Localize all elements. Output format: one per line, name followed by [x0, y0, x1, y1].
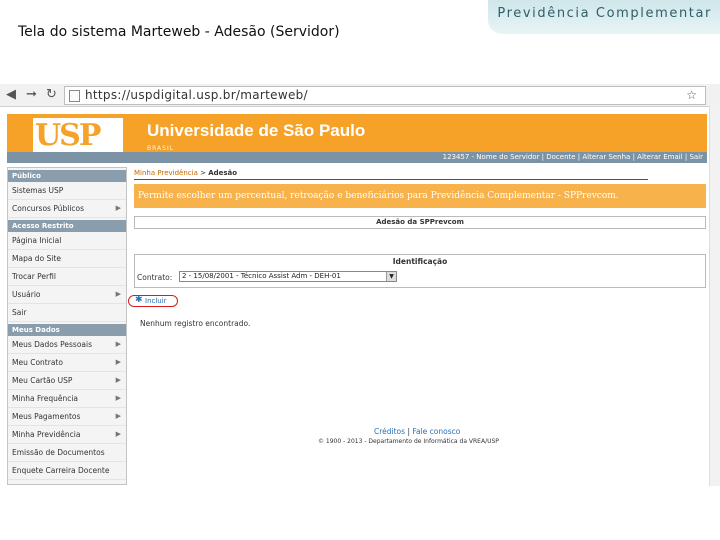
contract-select-value: 2 - 15/08/2001 - Técnico Assist Adm - DE…: [182, 272, 341, 280]
sidebar-item-label: Mapa do Site: [12, 254, 61, 263]
chevron-right-icon: ▶: [115, 340, 121, 348]
star-icon[interactable]: ☆: [686, 88, 697, 102]
copyright: © 1900 - 2013 - Departamento de Informát…: [318, 438, 499, 445]
sidebar-menu: Público Sistemas USP Concursos Públicos ▶ Ac…: [7, 167, 127, 485]
contract-select[interactable]: 2 - 15/08/2001 - Técnico Assist Adm - DE…: [179, 271, 397, 282]
sidebar-item-label: Concursos Públicos: [12, 204, 85, 213]
breadcrumb-current: Adesão: [208, 169, 238, 177]
sidebar-item[interactable]: Usuário ▶: [8, 286, 126, 304]
url-text: https://uspdigital.usp.br/marteweb/: [85, 88, 308, 102]
contract-label: Contrato:: [137, 273, 173, 282]
sidebar-item[interactable]: Meu Cartão USP ▶: [8, 372, 126, 390]
sidebar-item-label: Trocar Perfil: [12, 272, 56, 281]
sidebar-item[interactable]: Minha Previdência ▶: [8, 426, 126, 444]
identification-title: Identificação: [392, 257, 448, 266]
sidebar-item-label: Minha Frequência: [12, 394, 79, 403]
contact-link[interactable]: Fale conosco: [412, 427, 460, 436]
chevron-down-icon[interactable]: ▼: [386, 272, 396, 281]
section-title: Adesão da SPPrevcom: [134, 216, 706, 229]
usp-logo[interactable]: USP: [33, 118, 123, 154]
back-arrow-icon[interactable]: ◀: [6, 87, 16, 103]
sidebar-item[interactable]: Sistemas USP: [8, 182, 126, 200]
sidebar-heading: Acesso Restrito: [8, 220, 126, 232]
url-input[interactable]: https://uspdigital.usp.br/marteweb/ ☆: [64, 86, 706, 105]
chevron-right-icon: ▶: [115, 376, 121, 384]
breadcrumb: Minha Previdência > Adesão: [134, 169, 237, 177]
breadcrumb-separator: >: [197, 169, 209, 177]
add-button-label: Incluir: [145, 297, 167, 305]
sidebar-item[interactable]: Concursos Públicos ▶: [8, 200, 126, 218]
user-bar: 123457 - Nome do Servidor | Docente | Al…: [7, 152, 707, 163]
sidebar-heading: Meus Dados: [8, 324, 126, 336]
sidebar-item[interactable]: Sair: [8, 304, 126, 322]
breadcrumb-link[interactable]: Minha Previdência: [134, 169, 198, 177]
page-icon: [69, 90, 80, 102]
university-name: Universidade de São Paulo: [147, 121, 366, 140]
identification-panel: Identificação Contrato: 2 - 15/08/2001 -…: [134, 254, 706, 288]
chevron-right-icon: ▶: [115, 204, 121, 212]
chevron-right-icon: ▶: [115, 430, 121, 438]
reload-icon[interactable]: ↻: [46, 87, 57, 103]
sidebar-item-label: Minha Previdência: [12, 430, 81, 439]
sidebar-item-label: Meu Contrato: [12, 358, 63, 367]
chevron-right-icon: ▶: [115, 290, 121, 298]
credits-link[interactable]: Créditos: [374, 427, 405, 436]
sidebar-item-label: Meu Cartão USP: [12, 376, 73, 385]
slide-title: Tela do sistema Marteweb - Adesão (Servi…: [18, 24, 340, 40]
breadcrumb-divider: [134, 179, 648, 180]
usp-logo-text: USP: [35, 118, 101, 153]
sidebar-item[interactable]: Meus Dados Pessoais ▶: [8, 336, 126, 354]
sidebar-item[interactable]: Enquete Carreira Docente: [8, 462, 126, 480]
sidebar-item[interactable]: Minha Frequência ▶: [8, 390, 126, 408]
sidebar-item-label: Sistemas USP: [12, 186, 64, 195]
sidebar-item-label: Enquete Carreira Docente: [12, 466, 110, 475]
sidebar-item[interactable]: Mapa do Site: [8, 250, 126, 268]
address-bar: ◀ ➞ ↻ https://uspdigital.usp.br/marteweb…: [0, 84, 720, 107]
slide-banner-title: Previdência Complementar: [497, 6, 712, 21]
sidebar-item-label: Emissão de Documentos: [12, 448, 105, 457]
forward-arrow-icon[interactable]: ➞: [26, 87, 37, 103]
footer-links: Créditos | Fale conosco: [374, 427, 460, 436]
sidebar-item[interactable]: Trocar Perfil: [8, 268, 126, 286]
sidebar-item-label: Meus Pagamentos: [12, 412, 81, 421]
main-content: Minha Previdência > Adesão Permite escol…: [128, 167, 706, 467]
description-banner: Permite escolher um percentual, retroaçã…: [134, 184, 706, 208]
add-button[interactable]: ✱ Incluir: [128, 295, 178, 307]
country-label: BRASIL: [147, 145, 175, 152]
chevron-right-icon: ▶: [115, 358, 121, 366]
vertical-scrollbar[interactable]: [709, 106, 720, 486]
slide-banner: Previdência Complementar: [488, 0, 720, 34]
sidebar-item[interactable]: Página Inicial: [8, 232, 126, 250]
sidebar-item-label: Meus Dados Pessoais: [12, 340, 93, 349]
add-icon: ✱: [135, 295, 143, 305]
sidebar-item-label: Usuário: [12, 290, 41, 299]
chevron-right-icon: ▶: [115, 394, 121, 402]
sidebar-item[interactable]: Emissão de Documentos: [8, 444, 126, 462]
chevron-right-icon: ▶: [115, 412, 121, 420]
sidebar-item[interactable]: Meus Pagamentos ▶: [8, 408, 126, 426]
sidebar-heading: Público: [8, 170, 126, 182]
sidebar-item[interactable]: Meu Contrato ▶: [8, 354, 126, 372]
user-bar-text[interactable]: 123457 - Nome do Servidor | Docente | Al…: [443, 152, 703, 163]
sidebar-item-label: Sair: [12, 308, 27, 317]
sidebar-item-label: Página Inicial: [12, 236, 62, 245]
empty-message: Nenhum registro encontrado.: [140, 319, 251, 328]
description-text: Permite escolher um percentual, retroaçã…: [138, 191, 619, 201]
